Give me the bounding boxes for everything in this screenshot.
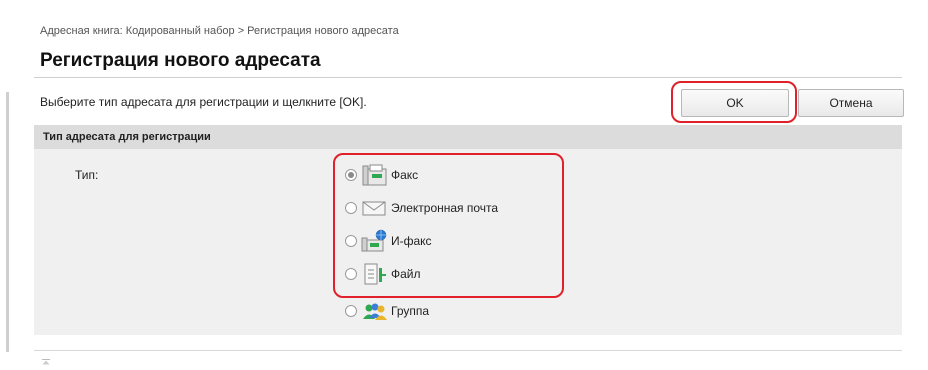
ok-button-highlight xyxy=(671,81,797,123)
breadcrumb: Адресная книга: Кодированный набор > Рег… xyxy=(40,25,399,37)
type-label: Тип: xyxy=(75,168,99,182)
instruction-text: Выберите тип адресата для регистрации и … xyxy=(40,95,367,109)
panel-title: Тип адресата для регистрации xyxy=(43,131,211,143)
radio-group[interactable] xyxy=(345,305,357,317)
option-group[interactable]: Группа xyxy=(345,298,429,324)
group-icon xyxy=(360,299,388,323)
cancel-button[interactable]: Отмена xyxy=(798,89,904,117)
option-group-label: Группа xyxy=(391,304,430,318)
scroll-top-icon[interactable] xyxy=(42,352,50,365)
options-highlight xyxy=(333,153,564,298)
page-title: Регистрация нового адресата xyxy=(40,50,321,71)
title-divider xyxy=(34,77,902,78)
bottom-divider xyxy=(34,350,902,351)
left-edge-border xyxy=(6,92,9,352)
